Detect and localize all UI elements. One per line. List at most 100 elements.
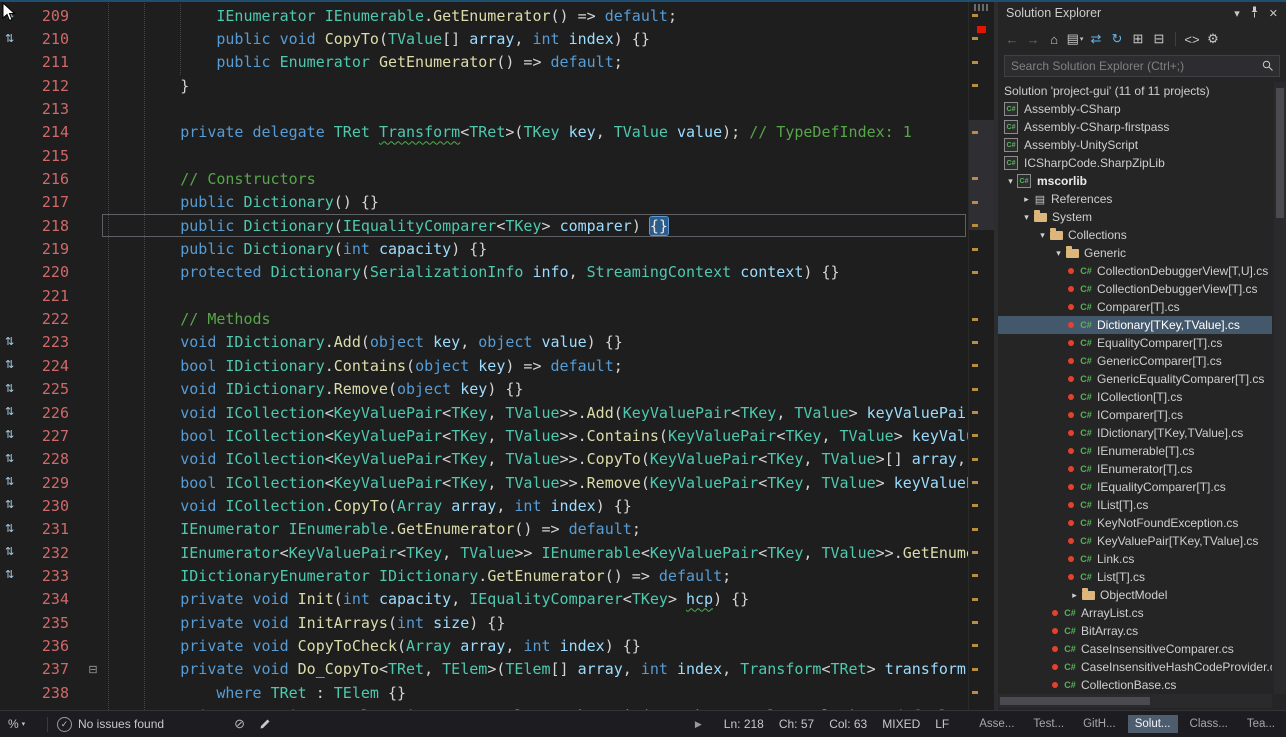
line-number[interactable]: 220 <box>30 263 78 281</box>
nav-forward-icon[interactable]: → <box>1024 30 1042 48</box>
code-line[interactable]: 238 where TRet : TElem {} <box>0 681 968 704</box>
chevron-expanded-icon[interactable]: ▾ <box>1036 230 1049 241</box>
editor-split-grip-icon[interactable] <box>974 4 990 11</box>
tree-item[interactable]: ▾Collections <box>998 226 1272 244</box>
line-number[interactable]: 217 <box>30 193 78 211</box>
line-number[interactable]: 212 <box>30 77 78 95</box>
tool-window-tab[interactable]: Solut... <box>1128 715 1178 733</box>
override-indicator-icon[interactable]: ⇅ <box>0 337 30 348</box>
tree-item[interactable]: C#CollectionDebuggerView[T].cs <box>998 280 1272 298</box>
code-line[interactable]: ⇅224 bool IDictionary.Contains(object ke… <box>0 354 968 377</box>
line-number[interactable]: 231 <box>30 520 78 538</box>
tree-item[interactable]: C#KeyNotFoundException.cs <box>998 514 1272 532</box>
tree-item[interactable]: C#IDictionary[TKey,TValue].cs <box>998 424 1272 442</box>
tree-item[interactable]: ▸▤References <box>998 190 1272 208</box>
line-number[interactable]: 222 <box>30 310 78 328</box>
chevron-expanded-icon[interactable]: ▾ <box>1052 248 1065 259</box>
fold-marker[interactable]: ⊟ <box>78 663 108 676</box>
tree-item[interactable]: C#BitArray.cs <box>998 622 1272 640</box>
tree-item[interactable]: C#CollectionDebuggerView[T,U].cs <box>998 262 1272 280</box>
nav-back-icon[interactable]: ← <box>1003 30 1021 48</box>
code-line[interactable]: ⇅223 void IDictionary.Add(object key, ob… <box>0 331 968 354</box>
tree-item[interactable]: C#Link.cs <box>998 550 1272 568</box>
code-line[interactable]: 235 private void InitArrays(int size) {} <box>0 611 968 634</box>
code-line[interactable]: ⇅232 IEnumerator<KeyValuePair<TKey, TVal… <box>0 541 968 564</box>
line-number[interactable]: 226 <box>30 404 78 422</box>
line-number[interactable]: 235 <box>30 614 78 632</box>
line-number[interactable]: 228 <box>30 450 78 468</box>
line-number[interactable]: 238 <box>30 684 78 702</box>
code-line[interactable]: 215 <box>0 144 968 167</box>
switch-views-icon[interactable]: ▤▾ <box>1066 30 1084 48</box>
code-line[interactable]: ⇅233 IDictionaryEnumerator IDictionary.G… <box>0 564 968 587</box>
code-line[interactable]: ⇅229 bool ICollection<KeyValuePair<TKey,… <box>0 471 968 494</box>
override-indicator-icon[interactable]: ⇅ <box>0 34 30 45</box>
code-view-icon[interactable]: <> <box>1183 30 1201 48</box>
line-number[interactable]: 213 <box>30 100 78 118</box>
scrollbar-thumb[interactable] <box>969 120 995 230</box>
tree-item[interactable]: C#KeyValuePair[TKey,TValue].cs <box>998 532 1272 550</box>
chevron-collapsed-icon[interactable]: ▸ <box>1068 590 1081 601</box>
char-indicator[interactable]: Ch: 57 <box>779 717 814 731</box>
chevron-expanded-icon[interactable]: ▾ <box>1020 212 1033 223</box>
tree-item[interactable]: C#Assembly-CSharp <box>998 100 1272 118</box>
line-number[interactable]: 218 <box>30 217 78 235</box>
refresh-icon[interactable]: ↻ <box>1108 30 1126 48</box>
eol-indicator[interactable]: LF <box>935 717 949 731</box>
code-line[interactable]: 218 public Dictionary(IEqualityComparer<… <box>0 214 968 237</box>
code-line[interactable]: 216 // Constructors <box>0 167 968 190</box>
chevron-collapsed-icon[interactable]: ▸ <box>1020 194 1033 205</box>
zoom-control[interactable]: % ▾ <box>8 717 38 731</box>
code-line[interactable]: ⇅228 void ICollection<KeyValuePair<TKey,… <box>0 448 968 471</box>
tool-window-tab[interactable]: Asse... <box>972 715 1021 733</box>
tree-item[interactable]: C#List[T].cs <box>998 568 1272 586</box>
override-indicator-icon[interactable]: ⇅ <box>0 454 30 465</box>
code-analysis-icon[interactable]: ⊘ <box>234 716 245 732</box>
home-icon[interactable]: ⌂ <box>1045 30 1063 48</box>
line-number[interactable]: 233 <box>30 567 78 585</box>
collapse-all-icon[interactable]: ⊟ <box>1150 30 1168 48</box>
line-number[interactable]: 224 <box>30 357 78 375</box>
code-editor[interactable]: ⇅209 IEnumerator IEnumerable.GetEnumerat… <box>0 0 968 710</box>
code-line[interactable]: 221 <box>0 284 968 307</box>
code-line[interactable]: ⇅231 IEnumerator IEnumerable.GetEnumerat… <box>0 518 968 541</box>
tree-vertical-scrollbar[interactable] <box>1274 82 1286 694</box>
tree-item[interactable]: C#IEnumerator[T].cs <box>998 460 1272 478</box>
code-line[interactable]: ⇅226 void ICollection<KeyValuePair<TKey,… <box>0 401 968 424</box>
line-indicator[interactable]: Ln: 218 <box>724 717 764 731</box>
line-number[interactable]: 221 <box>30 287 78 305</box>
tree-item[interactable]: ▸ObjectModel <box>998 586 1272 604</box>
tree-item[interactable]: C#IEnumerable[T].cs <box>998 442 1272 460</box>
line-number[interactable]: 237 <box>30 660 78 678</box>
code-line[interactable]: 213 <box>0 97 968 120</box>
override-indicator-icon[interactable]: ⇅ <box>0 547 30 558</box>
tree-item[interactable]: C#GenericComparer[T].cs <box>998 352 1272 370</box>
tree-item[interactable]: C#IComparer[T].cs <box>998 406 1272 424</box>
pin-icon[interactable] <box>1249 6 1260 21</box>
override-indicator-icon[interactable]: ⇅ <box>0 500 30 511</box>
code-line[interactable]: ⇅209 IEnumerator IEnumerable.GetEnumerat… <box>0 4 968 27</box>
code-line[interactable]: 234 private void Init(int capacity, IEqu… <box>0 588 968 611</box>
search-input[interactable] <box>1004 55 1280 77</box>
override-indicator-icon[interactable]: ⇅ <box>0 477 30 488</box>
override-indicator-icon[interactable]: ⇅ <box>0 524 30 535</box>
tree-item[interactable]: ▾System <box>998 208 1272 226</box>
properties-icon[interactable]: ⚙ <box>1204 30 1222 48</box>
nest-files-icon[interactable]: ⊞ <box>1129 30 1147 48</box>
code-line[interactable]: ⇅210 public void CopyTo(TValue[] array, … <box>0 27 968 50</box>
line-number[interactable]: 209 <box>30 7 78 25</box>
tree-item[interactable]: C#IList[T].cs <box>998 496 1272 514</box>
code-line[interactable]: 212 } <box>0 74 968 97</box>
pencil-icon[interactable] <box>259 718 271 730</box>
sync-with-active-document-icon[interactable]: ⇄ <box>1087 30 1105 48</box>
line-number[interactable]: 223 <box>30 333 78 351</box>
line-number[interactable]: 210 <box>30 30 78 48</box>
line-number[interactable]: 219 <box>30 240 78 258</box>
tool-window-tab[interactable]: Tea... <box>1240 715 1282 733</box>
scroll-right-icon[interactable]: ▶ <box>695 719 702 730</box>
close-icon[interactable]: ✕ <box>1269 7 1278 20</box>
tree-item[interactable]: C#CaseInsensitiveComparer.cs <box>998 640 1272 658</box>
override-indicator-icon[interactable]: ⇅ <box>0 360 30 371</box>
scrollbar-thumb[interactable] <box>1276 88 1284 218</box>
column-indicator[interactable]: Col: 63 <box>829 717 867 731</box>
